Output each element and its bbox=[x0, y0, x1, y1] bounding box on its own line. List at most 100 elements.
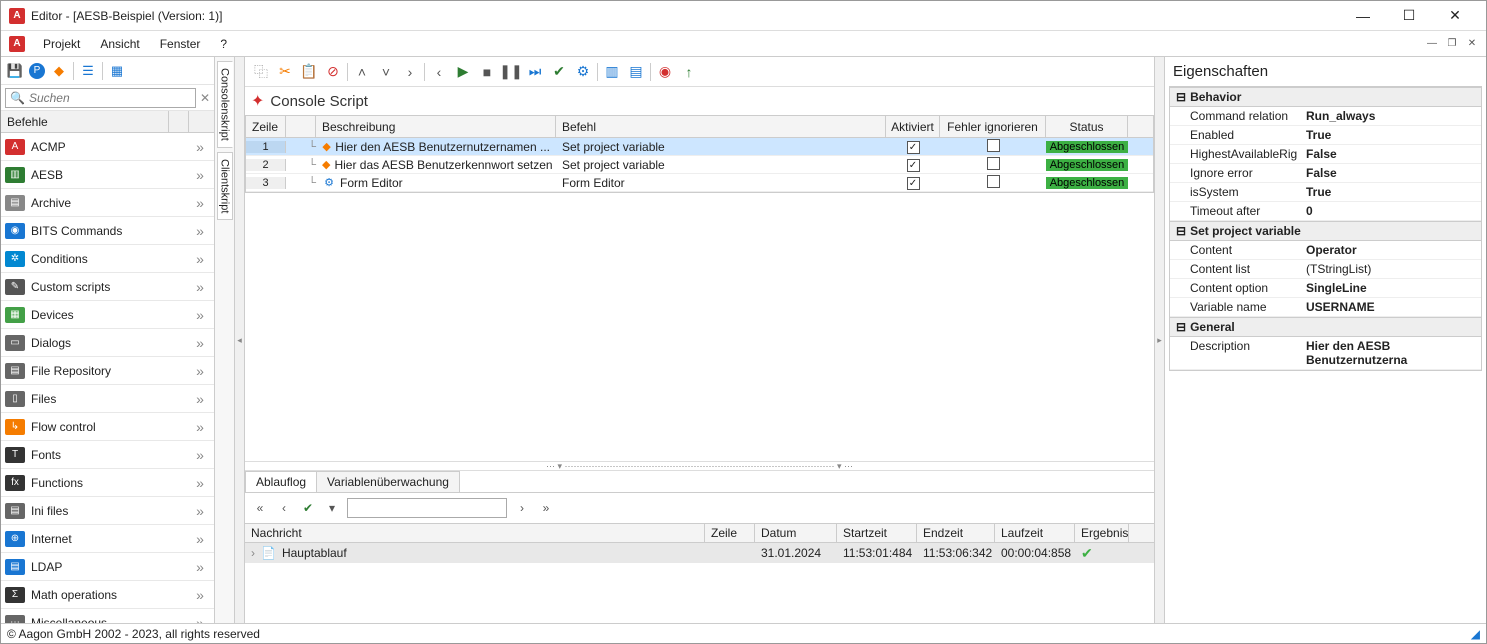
log-col-lauf[interactable]: Laufzeit bbox=[995, 524, 1075, 542]
col-zeile[interactable]: Zeile bbox=[246, 116, 286, 137]
ok-icon[interactable]: ✔ bbox=[299, 499, 317, 517]
property-row[interactable]: DescriptionHier den AESB Benutzernutzern… bbox=[1170, 337, 1481, 370]
menu-fenster[interactable]: Fenster bbox=[150, 31, 211, 56]
copy-icon[interactable]: ⿻ bbox=[251, 62, 271, 82]
tab-consolenskript[interactable]: Consolenskript bbox=[217, 61, 233, 148]
menu-help[interactable]: ? bbox=[210, 31, 237, 56]
close-button[interactable]: ✕ bbox=[1432, 2, 1478, 30]
search-input[interactable] bbox=[29, 91, 191, 105]
log-filter-input[interactable] bbox=[347, 498, 507, 518]
cmd-category[interactable]: ΣMath operations» bbox=[1, 581, 214, 609]
menu-ansicht[interactable]: Ansicht bbox=[90, 31, 149, 56]
paste-icon[interactable]: 📋 bbox=[299, 62, 319, 82]
cmd-category[interactable]: ▦Devices» bbox=[1, 301, 214, 329]
upload-icon[interactable]: ↑ bbox=[679, 62, 699, 82]
cmd-category[interactable]: ▤LDAP» bbox=[1, 553, 214, 581]
log-col-datum[interactable]: Datum bbox=[755, 524, 837, 542]
script-row[interactable]: 1└◆Hier den AESB Benutzernutzernamen ...… bbox=[246, 138, 1153, 156]
property-row[interactable]: Ignore errorFalse bbox=[1170, 164, 1481, 183]
property-row[interactable]: isSystemTrue bbox=[1170, 183, 1481, 202]
mdi-restore-button[interactable]: ❐ bbox=[1444, 36, 1460, 52]
cmd-category[interactable]: AACMP» bbox=[1, 133, 214, 161]
cat-spv[interactable]: ⊟Set project variable bbox=[1170, 221, 1481, 241]
pause-icon[interactable]: ❚❚ bbox=[501, 62, 521, 82]
cmd-category[interactable]: ⊕Internet» bbox=[1, 525, 214, 553]
mdi-close-button[interactable]: ✕ bbox=[1464, 36, 1480, 52]
cmd-category[interactable]: ▤Ini files» bbox=[1, 497, 214, 525]
modules-icon[interactable]: ◆ bbox=[49, 61, 69, 81]
settings-icon[interactable]: ⚙ bbox=[573, 62, 593, 82]
globe-icon[interactable]: ◉ bbox=[655, 62, 675, 82]
up-icon[interactable]: ˄ bbox=[352, 62, 372, 82]
tab-variablen[interactable]: Variablenüberwachung bbox=[316, 471, 460, 492]
log-col-erg[interactable]: Ergebnis bbox=[1075, 524, 1129, 542]
tab-clientskript[interactable]: Clientskript bbox=[217, 152, 233, 220]
library-icon[interactable]: ▤ bbox=[626, 62, 646, 82]
delete-icon[interactable]: ⊘ bbox=[323, 62, 343, 82]
clear-search-icon[interactable]: ✕ bbox=[200, 91, 210, 105]
collapse-icon[interactable]: ⊟ bbox=[1176, 320, 1186, 334]
col-befehl[interactable]: Befehl bbox=[556, 116, 886, 137]
resize-grip-icon[interactable]: ◢ bbox=[1471, 627, 1480, 641]
menu-projekt[interactable]: Projekt bbox=[33, 31, 90, 56]
collapse-icon[interactable]: ⊟ bbox=[1176, 90, 1186, 104]
mdi-minimize-button[interactable]: — bbox=[1424, 36, 1440, 52]
property-row[interactable]: Content list(TStringList) bbox=[1170, 260, 1481, 279]
save-icon[interactable]: 💾 bbox=[5, 61, 25, 81]
search-box[interactable]: 🔍 bbox=[5, 88, 196, 108]
log-row[interactable]: ›📄Hauptablauf 31.01.2024 11:53:01:484 11… bbox=[245, 543, 1154, 563]
back-icon[interactable]: ‹ bbox=[429, 62, 449, 82]
chart-icon[interactable]: ▥ bbox=[602, 62, 622, 82]
expand-icon[interactable]: › bbox=[251, 546, 255, 560]
cmd-category[interactable]: ▤File Repository» bbox=[1, 357, 214, 385]
property-row[interactable]: Content optionSingleLine bbox=[1170, 279, 1481, 298]
prev-icon[interactable]: ‹ bbox=[275, 499, 293, 517]
h-splitter[interactable]: ⋯ ▾ ⋯⋯⋯⋯⋯⋯⋯⋯⋯⋯⋯⋯⋯⋯⋯⋯⋯⋯⋯⋯⋯⋯⋯⋯⋯⋯⋯⋯⋯⋯ ▾ ⋯ bbox=[245, 461, 1154, 471]
collapse-left-handle[interactable]: ◂ bbox=[235, 57, 245, 623]
project-icon[interactable]: P bbox=[29, 63, 45, 79]
cmd-category[interactable]: ✲Conditions» bbox=[1, 245, 214, 273]
log-col-end[interactable]: Endzeit bbox=[917, 524, 995, 542]
property-row[interactable]: Timeout after0 bbox=[1170, 202, 1481, 221]
forward-icon[interactable]: › bbox=[400, 62, 420, 82]
col-status[interactable]: Status bbox=[1046, 116, 1128, 137]
cmd-category[interactable]: ⋯Miscellaneous» bbox=[1, 609, 214, 623]
step-icon[interactable]: ⏭ bbox=[525, 62, 545, 82]
minimize-button[interactable]: — bbox=[1340, 2, 1386, 30]
command-list[interactable]: AACMP»▥AESB»▤Archive»◉BITS Commands»✲Con… bbox=[1, 133, 214, 623]
last-icon[interactable]: » bbox=[537, 499, 555, 517]
cmd-category[interactable]: ▤Archive» bbox=[1, 189, 214, 217]
collapse-right-handle[interactable]: ▸ bbox=[1154, 57, 1164, 623]
cmd-category[interactable]: ↳Flow control» bbox=[1, 413, 214, 441]
script-row[interactable]: 3└⚙Form EditorForm Editor✓Abgeschlossen bbox=[246, 174, 1153, 192]
property-row[interactable]: HighestAvailableRigFalse bbox=[1170, 145, 1481, 164]
dropdown-icon[interactable]: ▾ bbox=[323, 499, 341, 517]
log-col-start[interactable]: Startzeit bbox=[837, 524, 917, 542]
property-row[interactable]: EnabledTrue bbox=[1170, 126, 1481, 145]
property-row[interactable]: Command relationRun_always bbox=[1170, 107, 1481, 126]
grid-icon[interactable]: ▦ bbox=[107, 61, 127, 81]
list-icon[interactable]: ☰ bbox=[78, 61, 98, 81]
script-row[interactable]: 2└◆Hier das AESB Benutzerkennwort setzen… bbox=[246, 156, 1153, 174]
cmd-category[interactable]: ▭Dialogs» bbox=[1, 329, 214, 357]
down-icon[interactable]: ˅ bbox=[376, 62, 396, 82]
col-fehler[interactable]: Fehler ignorieren bbox=[940, 116, 1046, 137]
col-beschreibung[interactable]: Beschreibung bbox=[316, 116, 556, 137]
cmd-category[interactable]: ▥AESB» bbox=[1, 161, 214, 189]
next-icon[interactable]: › bbox=[513, 499, 531, 517]
property-row[interactable]: ContentOperator bbox=[1170, 241, 1481, 260]
collapse-icon[interactable]: ⊟ bbox=[1176, 224, 1186, 238]
cut-icon[interactable]: ✂ bbox=[275, 62, 295, 82]
property-row[interactable]: Variable nameUSERNAME bbox=[1170, 298, 1481, 317]
stop-icon[interactable]: ■ bbox=[477, 62, 497, 82]
log-col-nachricht[interactable]: Nachricht bbox=[245, 524, 705, 542]
maximize-button[interactable]: ☐ bbox=[1386, 2, 1432, 30]
first-icon[interactable]: « bbox=[251, 499, 269, 517]
cmd-category[interactable]: ✎Custom scripts» bbox=[1, 273, 214, 301]
log-col-zeile[interactable]: Zeile bbox=[705, 524, 755, 542]
cmd-category[interactable]: ▯Files» bbox=[1, 385, 214, 413]
run-icon[interactable]: ▶ bbox=[453, 62, 473, 82]
col-aktiviert[interactable]: Aktiviert bbox=[886, 116, 940, 137]
property-grid[interactable]: ⊟Behavior Command relationRun_alwaysEnab… bbox=[1169, 86, 1482, 371]
check-icon[interactable]: ✔ bbox=[549, 62, 569, 82]
